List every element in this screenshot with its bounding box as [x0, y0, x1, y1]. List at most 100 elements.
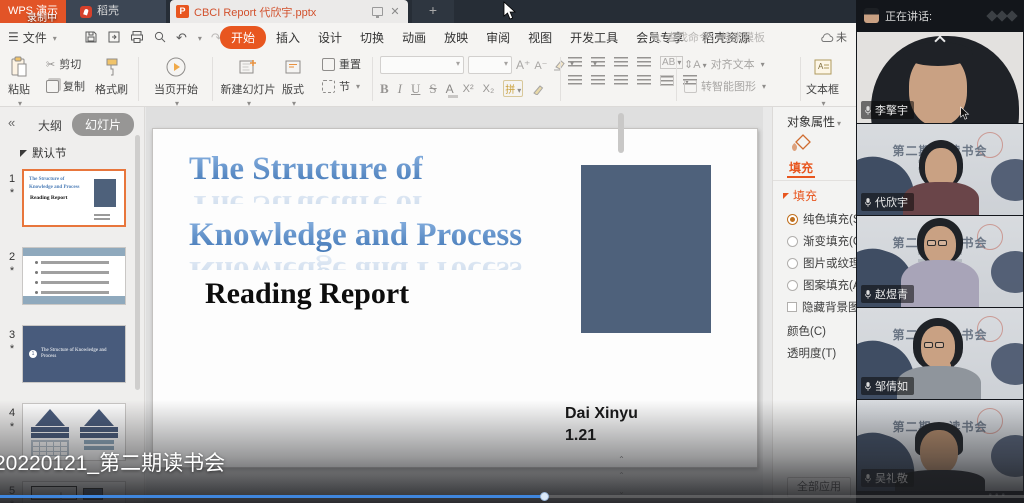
slide-subtitle[interactable]: Reading Report	[205, 277, 409, 311]
align-center-icon[interactable]	[591, 75, 605, 86]
video-tile[interactable]: 第二期 ● 读书会 邹倩如	[857, 308, 1023, 399]
prev-slide-icon[interactable]: ⌃	[617, 471, 626, 480]
text-direction-icon[interactable]: AB	[660, 56, 683, 69]
bold-button[interactable]: B	[380, 81, 389, 97]
canvas-scrollbar-thumb[interactable]	[618, 113, 624, 153]
subscript-button[interactable]: X₂	[483, 83, 495, 95]
command-search[interactable]: 查找命令、搜索模板	[650, 23, 765, 51]
slide-thumbnail-2[interactable]	[22, 247, 126, 305]
slide-rectangle-shape[interactable]	[581, 165, 711, 333]
layout-button[interactable]: 版式	[282, 55, 304, 108]
tab-review[interactable]: 审阅	[478, 26, 518, 49]
tab-developer[interactable]: 开发工具	[562, 26, 626, 49]
canvas-scrollbar[interactable]: ⌃ ⌃ ⌄	[617, 107, 626, 503]
text-box-button[interactable]: A 文本框	[806, 55, 839, 108]
close-tab-icon[interactable]: ✕	[388, 5, 402, 18]
undo-icon[interactable]: ↶	[176, 31, 187, 44]
numbered-list-icon[interactable]	[591, 57, 605, 68]
meeting-app-logo	[988, 12, 1016, 20]
align-text-button[interactable]: ⇕A 对齐文本	[684, 56, 766, 72]
tab-slides[interactable]: 幻灯片	[72, 113, 134, 136]
reset-icon	[322, 58, 335, 71]
bullet-list-icon[interactable]	[568, 57, 582, 68]
font-size-select[interactable]	[468, 56, 512, 74]
paste-button[interactable]: 粘贴	[8, 55, 30, 108]
slide-thumbnail-1[interactable]: The Structure of Knowledge and Process R…	[22, 169, 126, 227]
highlight-pen-icon[interactable]	[532, 83, 544, 95]
distribute-icon[interactable]	[660, 75, 674, 86]
pinyin-guide-button[interactable]: 拼	[503, 80, 523, 97]
video-tile[interactable]: 李擎宇	[857, 32, 1023, 123]
option-gradient-fill[interactable]: 渐变填充(G)	[787, 233, 857, 249]
decrease-indent-icon[interactable]	[614, 57, 628, 68]
underline-button[interactable]: U	[411, 81, 420, 97]
player-progress-bar[interactable]	[0, 495, 1024, 498]
increase-font-icon[interactable]: A⁺	[516, 58, 530, 72]
cut-button[interactable]: ✂剪切	[46, 56, 85, 72]
tab-animation[interactable]: 动画	[394, 26, 434, 49]
progress-handle[interactable]	[540, 492, 549, 501]
scroll-up-icon[interactable]: ⌃	[617, 455, 626, 464]
option-solid-fill[interactable]: 纯色填充(S)	[787, 211, 857, 227]
save-icon[interactable]	[84, 30, 98, 44]
smart-graphic-button[interactable]: 转智能图形	[684, 78, 766, 94]
italic-button[interactable]: I	[398, 81, 402, 97]
export-icon[interactable]	[107, 30, 121, 44]
tab-home[interactable]: 开始	[220, 26, 266, 49]
new-tab-button[interactable]: +	[412, 0, 454, 23]
align-left-icon[interactable]	[568, 75, 582, 86]
strikethrough-button[interactable]: S	[429, 81, 436, 97]
slide-thumbnail-3[interactable]: 1 The Structure of Knowledge and Process	[22, 325, 126, 383]
print-preview-icon[interactable]	[153, 30, 167, 44]
decrease-font-icon[interactable]: A⁻	[534, 59, 547, 72]
copy-button[interactable]: 复制	[46, 78, 85, 94]
font-color-button[interactable]: A	[446, 82, 454, 96]
tab-insert[interactable]: 插入	[268, 26, 308, 49]
sidebar-scrollbar[interactable]	[135, 135, 140, 390]
reset-button[interactable]: 重置	[322, 56, 361, 72]
properties-header[interactable]: 对象属性	[787, 113, 841, 130]
section-header[interactable]: 默认节	[20, 145, 67, 161]
video-tile[interactable]: 第二期 ● 读书会 吴礼敬	[857, 400, 1023, 491]
file-menu[interactable]: ☰ 文件	[8, 23, 57, 51]
scissors-icon: ✂	[46, 58, 55, 71]
mic-icon	[864, 197, 872, 208]
slide-editor-area[interactable]: The Structure of The Structure of Knowle…	[146, 107, 763, 503]
format-painter-button[interactable]: 格式刷	[95, 55, 128, 97]
fill-section-header[interactable]: 填充	[783, 187, 817, 204]
tab-slideshow[interactable]: 放映	[436, 26, 476, 49]
daoke-tab[interactable]: 稻壳	[66, 0, 166, 23]
superscript-button[interactable]: X²	[463, 83, 474, 95]
participant-name: 吴礼敬	[875, 470, 908, 486]
option-picture-fill[interactable]: 图片或纹理填充	[787, 255, 857, 271]
collapse-panel-icon[interactable]: «	[8, 115, 15, 130]
increase-indent-icon[interactable]	[637, 57, 651, 68]
fill-bucket-icon[interactable]	[789, 133, 813, 155]
new-slide-button[interactable]: 新建幻灯片	[218, 55, 278, 108]
slide-thumbnail-5[interactable]	[22, 481, 126, 503]
tab-design[interactable]: 设计	[310, 26, 350, 49]
print-icon[interactable]	[130, 30, 144, 44]
tab-transition[interactable]: 切换	[352, 26, 392, 49]
present-mode-icon[interactable]	[372, 7, 383, 16]
document-tab[interactable]: P CBCI Report 代欣宇.pptx ✕	[170, 0, 408, 23]
tab-view[interactable]: 视图	[520, 26, 560, 49]
cloud-sync-status[interactable]: 未	[820, 23, 847, 51]
option-hide-background[interactable]: 隐藏背景图形	[787, 299, 857, 315]
slide-title-line2[interactable]: Knowledge and Process	[189, 217, 522, 254]
section-button[interactable]: 节	[322, 78, 361, 94]
clear-format-icon[interactable]	[552, 59, 565, 71]
align-justify-icon[interactable]	[637, 75, 651, 86]
slide-title-line1[interactable]: The Structure of	[189, 151, 423, 188]
play-from-current-button[interactable]: 当页开始	[146, 55, 206, 108]
option-pattern-fill[interactable]: 图案填充(A)	[787, 277, 857, 293]
tab-outline[interactable]: 大纲	[38, 117, 62, 134]
fill-tab[interactable]: 填充	[789, 159, 813, 176]
align-right-icon[interactable]	[614, 75, 628, 86]
slide-canvas[interactable]: The Structure of The Structure of Knowle…	[152, 128, 758, 468]
slide-author-block[interactable]: Dai Xinyu 1.21	[565, 403, 638, 447]
font-family-select[interactable]	[380, 56, 464, 74]
video-tile[interactable]: 第二期 ● 读书会 代欣宇	[857, 124, 1023, 215]
undo-dropdown-icon[interactable]	[196, 28, 202, 46]
video-tile[interactable]: 第二期 ● 读书会 赵煜青	[857, 216, 1023, 307]
